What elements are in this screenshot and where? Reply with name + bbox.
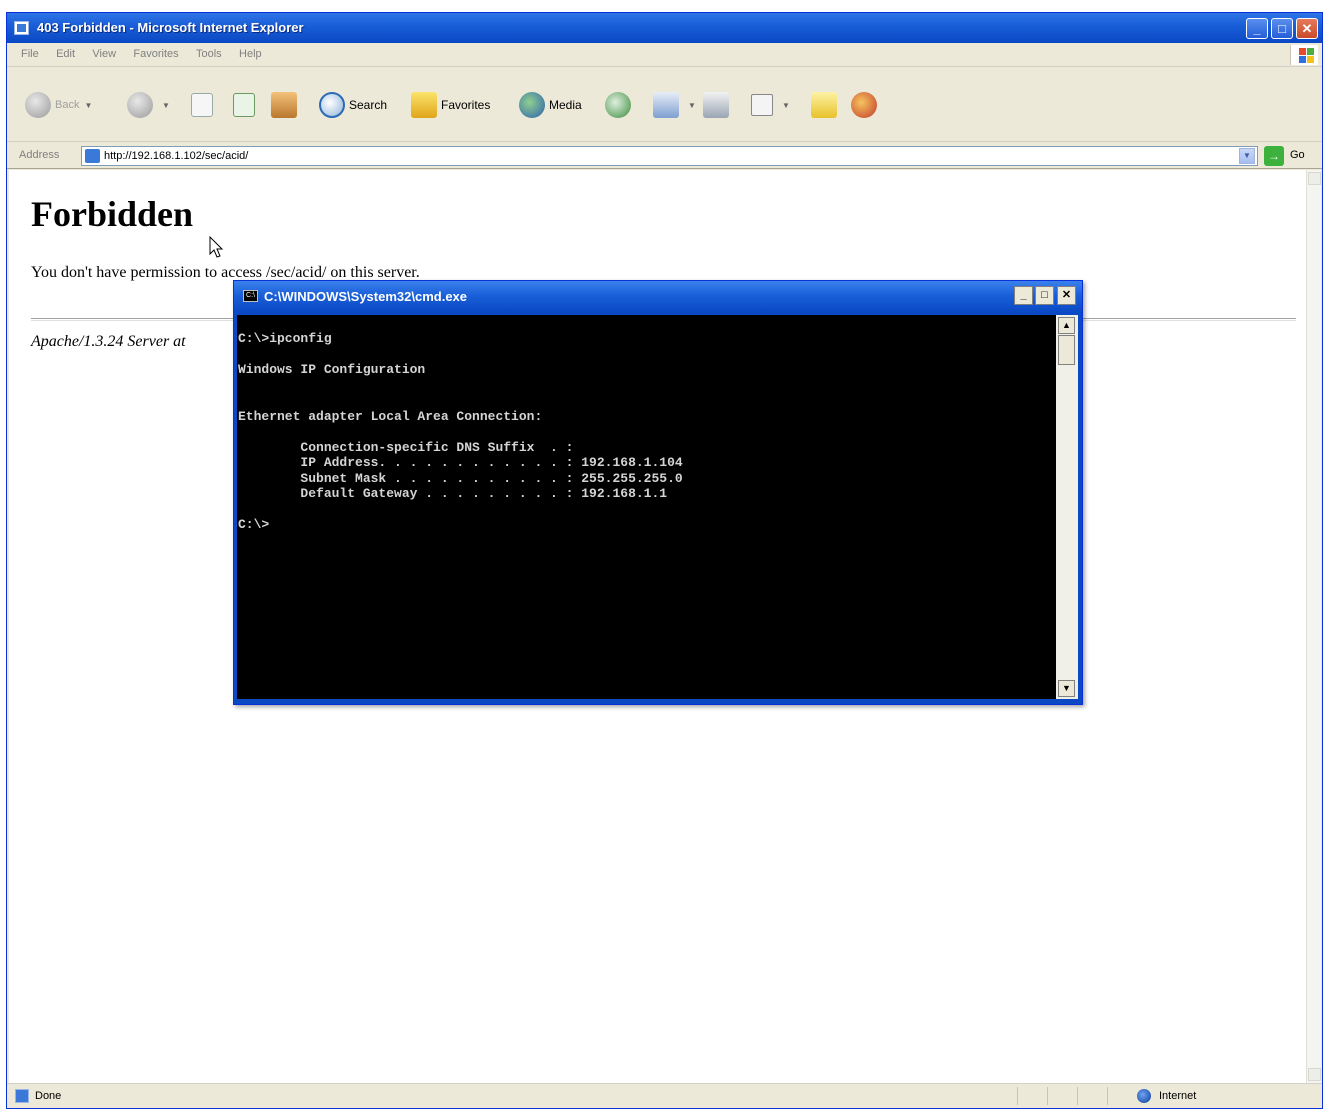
status-separator (1047, 1087, 1048, 1105)
address-dropdown-icon[interactable]: ▼ (1239, 148, 1255, 164)
print-button[interactable] (703, 90, 733, 120)
home-button[interactable] (271, 90, 301, 120)
back-arrow-icon (25, 92, 51, 118)
back-label: Back (55, 99, 80, 111)
discuss-icon (811, 92, 837, 118)
close-button[interactable]: ✕ (1296, 18, 1318, 39)
favorites-label: Favorites (441, 98, 491, 112)
menubar: File Edit View Favorites Tools Help (7, 43, 1322, 67)
cmd-app-icon: C:\ (243, 290, 258, 302)
address-label: Address (19, 149, 60, 161)
chevron-down-icon: ▼ (162, 100, 170, 110)
cmd-console[interactable]: C:\>ipconfig Windows IP Configuration Et… (237, 315, 1056, 699)
menu-tools[interactable]: Tools (196, 48, 222, 60)
edit-button[interactable]: ▼ (751, 90, 790, 120)
cmd-scroll-down-arrow[interactable]: ▼ (1058, 680, 1075, 697)
ie-app-icon (14, 21, 29, 35)
cmd-titlebar[interactable]: C:\ C:\WINDOWS\System32\cmd.exe _ □ ✕ (234, 281, 1082, 313)
minimize-button[interactable]: _ (1246, 18, 1268, 39)
chevron-down-icon: ▼ (84, 100, 93, 110)
media-button[interactable]: Media (519, 90, 582, 120)
forward-arrow-icon (127, 92, 153, 118)
scroll-up-arrow[interactable] (1308, 172, 1321, 185)
menu-view[interactable]: View (92, 48, 116, 60)
media-label: Media (549, 98, 582, 112)
search-icon (319, 92, 345, 118)
discuss-button[interactable] (811, 90, 841, 120)
go-arrow-icon: → (1264, 146, 1284, 166)
windows-logo-icon (1290, 45, 1318, 65)
go-label: Go (1290, 149, 1305, 161)
stop-icon (191, 93, 213, 117)
chevron-down-icon: ▼ (782, 100, 790, 110)
star-icon (411, 92, 437, 118)
address-bar: Address http://192.168.1.102/sec/acid/ ▼… (7, 143, 1322, 169)
server-signature: Apache/1.3.24 Server at (31, 333, 186, 350)
cmd-scroll-thumb[interactable] (1058, 335, 1075, 365)
status-separator (1107, 1087, 1108, 1105)
go-button[interactable]: → Go (1264, 146, 1316, 166)
cmd-output: C:\>ipconfig Windows IP Configuration Et… (238, 331, 683, 532)
cmd-scroll-up-arrow[interactable]: ▲ (1058, 317, 1075, 334)
cmd-maximize-button[interactable]: □ (1035, 286, 1054, 305)
refresh-icon (233, 93, 255, 117)
menu-edit[interactable]: Edit (56, 48, 75, 60)
stop-button[interactable] (191, 90, 217, 120)
print-icon (703, 92, 729, 118)
menu-file[interactable]: File (21, 48, 39, 60)
internet-zone-icon (1137, 1089, 1151, 1103)
status-separator (1017, 1087, 1018, 1105)
security-zone: Internet (1159, 1090, 1197, 1102)
refresh-button[interactable] (233, 90, 259, 120)
mouse-cursor-icon (209, 236, 224, 258)
mail-button[interactable]: ▼ (653, 90, 696, 120)
page-heading: Forbidden (31, 194, 194, 234)
ie-titlebar[interactable]: 403 Forbidden - Microsoft Internet Explo… (7, 13, 1322, 43)
cmd-minimize-button[interactable]: _ (1014, 286, 1033, 305)
cmd-window-title: C:\WINDOWS\System32\cmd.exe (264, 289, 468, 304)
mail-icon (653, 92, 679, 118)
menu-help[interactable]: Help (239, 48, 262, 60)
messenger-icon (851, 92, 877, 118)
search-label: Search (349, 98, 388, 112)
ie-window-title: 403 Forbidden - Microsoft Internet Explo… (37, 20, 304, 35)
history-button[interactable] (605, 90, 635, 120)
cmd-scrollbar[interactable]: ▲ ▼ (1056, 315, 1078, 699)
page-icon (85, 149, 100, 163)
back-button[interactable]: Back ▼ (25, 90, 92, 120)
media-globe-icon (519, 92, 545, 118)
address-url: http://192.168.1.102/sec/acid/ (104, 150, 249, 162)
status-bar: Done Internet (7, 1083, 1322, 1108)
page-done-icon (15, 1089, 29, 1103)
edit-icon (751, 94, 773, 116)
forward-button[interactable]: ▼ (127, 90, 170, 120)
favorites-button[interactable]: Favorites (411, 90, 490, 120)
maximize-button[interactable]: □ (1271, 18, 1293, 39)
search-button[interactable]: Search (319, 90, 387, 120)
status-text: Done (35, 1090, 62, 1102)
menu-favorites[interactable]: Favorites (133, 48, 178, 60)
chevron-down-icon: ▼ (688, 100, 696, 110)
scroll-down-arrow[interactable] (1308, 1068, 1321, 1081)
page-scrollbar[interactable] (1306, 170, 1321, 1083)
address-input[interactable]: http://192.168.1.102/sec/acid/ ▼ (81, 146, 1258, 166)
home-icon (271, 92, 297, 118)
status-separator (1077, 1087, 1078, 1105)
standard-toolbar: Back ▼ ▼ Search Favorites Media ▼ ▼ (7, 68, 1322, 142)
history-icon (605, 92, 631, 118)
cmd-close-button[interactable]: ✕ (1057, 286, 1076, 305)
cmd-window: C:\ C:\WINDOWS\System32\cmd.exe _ □ ✕ C:… (233, 280, 1083, 705)
messenger-button[interactable] (851, 90, 881, 120)
